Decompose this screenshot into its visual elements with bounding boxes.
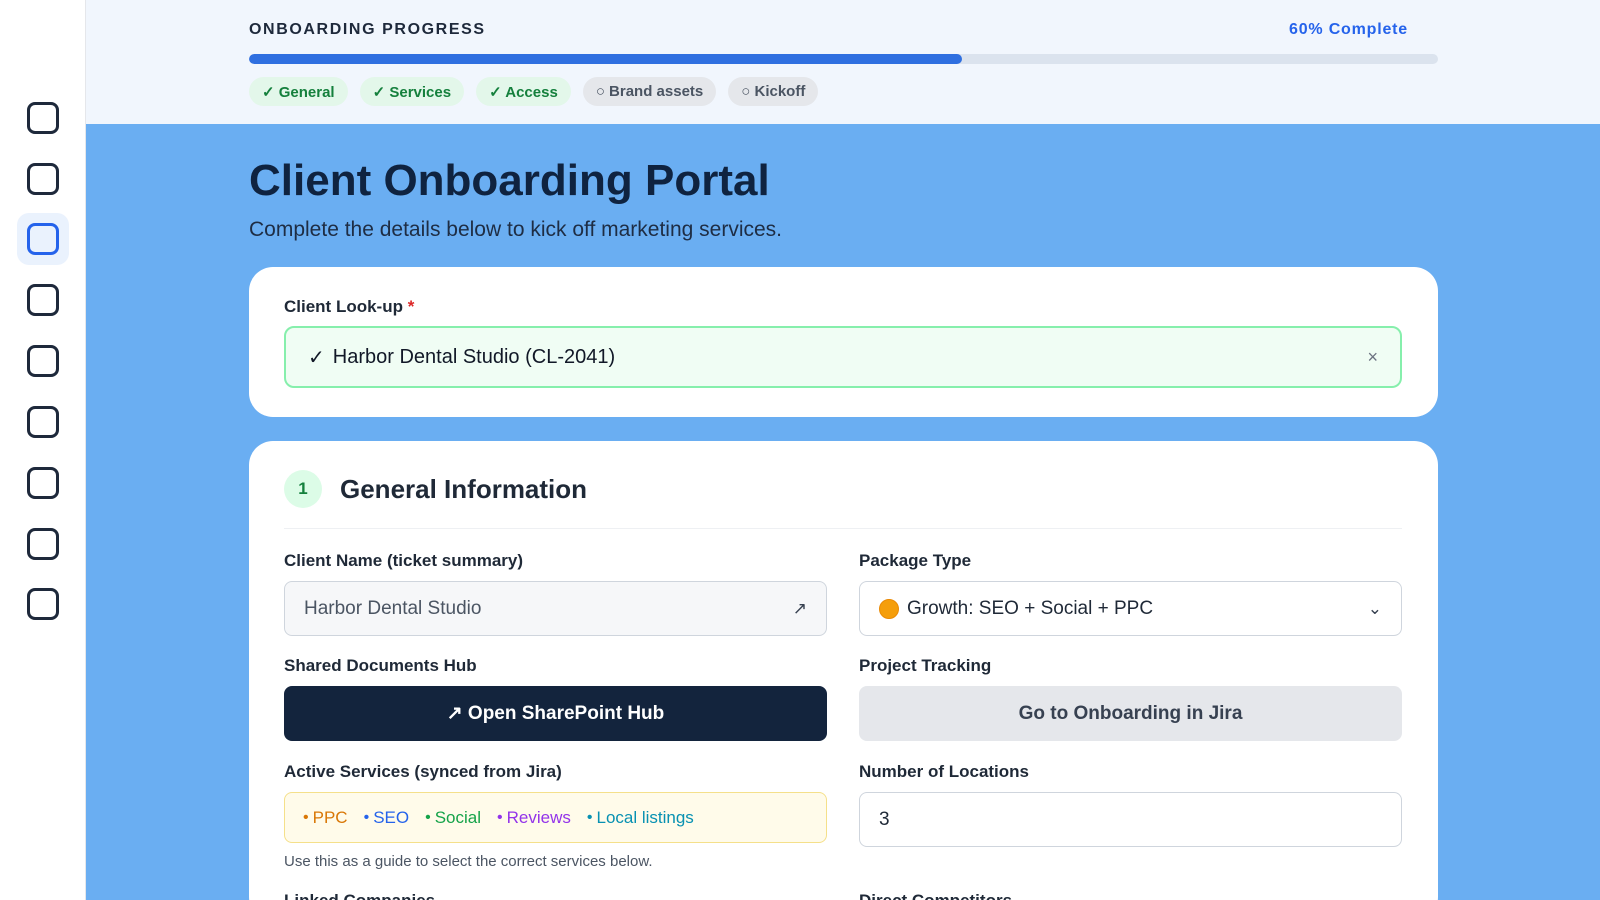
sidebar-item-1[interactable]	[17, 92, 69, 144]
sidebar-item-5[interactable]	[17, 335, 69, 387]
jira-onboarding-button[interactable]: Go to Onboarding in Jira	[859, 686, 1402, 741]
documents-hub-label: Shared Documents Hub	[284, 656, 477, 675]
general-information-card: 1 General Information Client Name (ticke…	[249, 441, 1438, 900]
section-header: 1 General Information	[284, 470, 587, 508]
progress-header: ONBOARDING PROGRESS 60% Complete ✓ Gener…	[86, 0, 1600, 124]
sidebar-item-9[interactable]	[17, 578, 69, 630]
service-tag-seo: • SEO	[363, 807, 410, 827]
required-mark: *	[407, 297, 415, 316]
step-brand-assets[interactable]: ○ Brand assets	[582, 77, 717, 106]
client-lookup-label-text: Client Look-up	[284, 297, 403, 316]
sidebar-item-8[interactable]	[17, 518, 69, 570]
sidebar-item-6[interactable]	[17, 396, 69, 448]
sidebar-item-7[interactable]	[17, 457, 69, 509]
client-lookup-label: Client Look-up *	[284, 297, 414, 317]
package-type-select[interactable]: Growth: SEO + Social + PPC ⌄	[859, 581, 1402, 636]
package-type-value: Growth: SEO + Social + PPC	[907, 597, 1154, 619]
square-icon	[27, 284, 59, 316]
client-name-label: Client Name (ticket summary)	[284, 551, 524, 570]
square-icon	[27, 345, 59, 377]
section-title: General Information	[340, 473, 588, 504]
progress-bar-fill	[249, 54, 963, 64]
sidebar-item-3-active[interactable]	[17, 213, 69, 265]
client-lookup-card: Client Look-up * ✓ Harbor Dental Studio …	[249, 267, 1438, 417]
active-services-label: Active Services (synced from Jira)	[284, 762, 562, 781]
service-tag-ppc: • PPC	[303, 807, 348, 827]
direct-competitors-label: Direct Competitors	[859, 891, 1012, 900]
step-general[interactable]: ✓ General	[249, 77, 348, 106]
progress-title: ONBOARDING PROGRESS	[249, 21, 486, 38]
open-sharepoint-button[interactable]: ↗ Open SharePoint Hub	[284, 686, 827, 741]
progress-steps: ✓ General ✓ Services ✓ Access ○ Brand as…	[249, 77, 819, 106]
page-title: Client Onboarding Portal	[249, 156, 770, 205]
clear-icon[interactable]: ×	[1367, 347, 1378, 368]
progress-bar	[249, 54, 1438, 64]
chevron-down-icon: ⌄	[1367, 598, 1382, 618]
section-divider	[284, 528, 1402, 529]
square-icon	[27, 528, 59, 560]
sidebar	[0, 0, 86, 900]
client-name-value: Harbor Dental Studio	[304, 597, 482, 619]
locations-input[interactable]: 3	[859, 792, 1402, 847]
section-number-badge: 1	[284, 470, 322, 508]
square-icon	[27, 163, 59, 195]
linked-companies-label: Linked Companies	[284, 891, 435, 900]
client-name-field[interactable]: Harbor Dental Studio ↗	[284, 581, 827, 636]
active-services-box: • PPC • SEO • Social • Reviews • Local listin…	[284, 792, 827, 843]
step-services[interactable]: ✓ Services	[359, 77, 465, 106]
project-tracking-label: Project Tracking	[859, 656, 992, 675]
square-icon	[27, 406, 59, 438]
locations-value: 3	[879, 808, 890, 830]
check-icon: ✓	[308, 346, 325, 369]
service-tag-social: • Social	[425, 807, 482, 827]
orange-circle-icon	[879, 598, 899, 619]
page-subtitle: Complete the details below to kick off m…	[249, 218, 783, 241]
square-icon	[27, 467, 59, 499]
sidebar-item-2[interactable]	[17, 153, 69, 205]
progress-percent: 60% Complete	[1289, 21, 1408, 38]
service-tag-local-listings: • Local listings	[586, 807, 694, 827]
service-tag-reviews: • Reviews	[497, 807, 571, 827]
package-type-label: Package Type	[859, 551, 972, 570]
square-icon	[27, 102, 59, 134]
external-link-icon[interactable]: ↗	[793, 599, 807, 619]
square-icon	[27, 588, 59, 620]
sidebar-item-4[interactable]	[17, 274, 69, 326]
client-lookup-field[interactable]: ✓ Harbor Dental Studio (CL-2041) ×	[284, 326, 1402, 388]
client-lookup-value: Harbor Dental Studio (CL-2041)	[332, 345, 616, 368]
square-icon	[27, 223, 59, 255]
step-access[interactable]: ✓ Access	[476, 77, 571, 106]
step-kickoff[interactable]: ○ Kickoff	[728, 77, 819, 106]
locations-label: Number of Locations	[859, 762, 1030, 781]
services-hint: Use this as a guide to select the correc…	[284, 853, 653, 870]
